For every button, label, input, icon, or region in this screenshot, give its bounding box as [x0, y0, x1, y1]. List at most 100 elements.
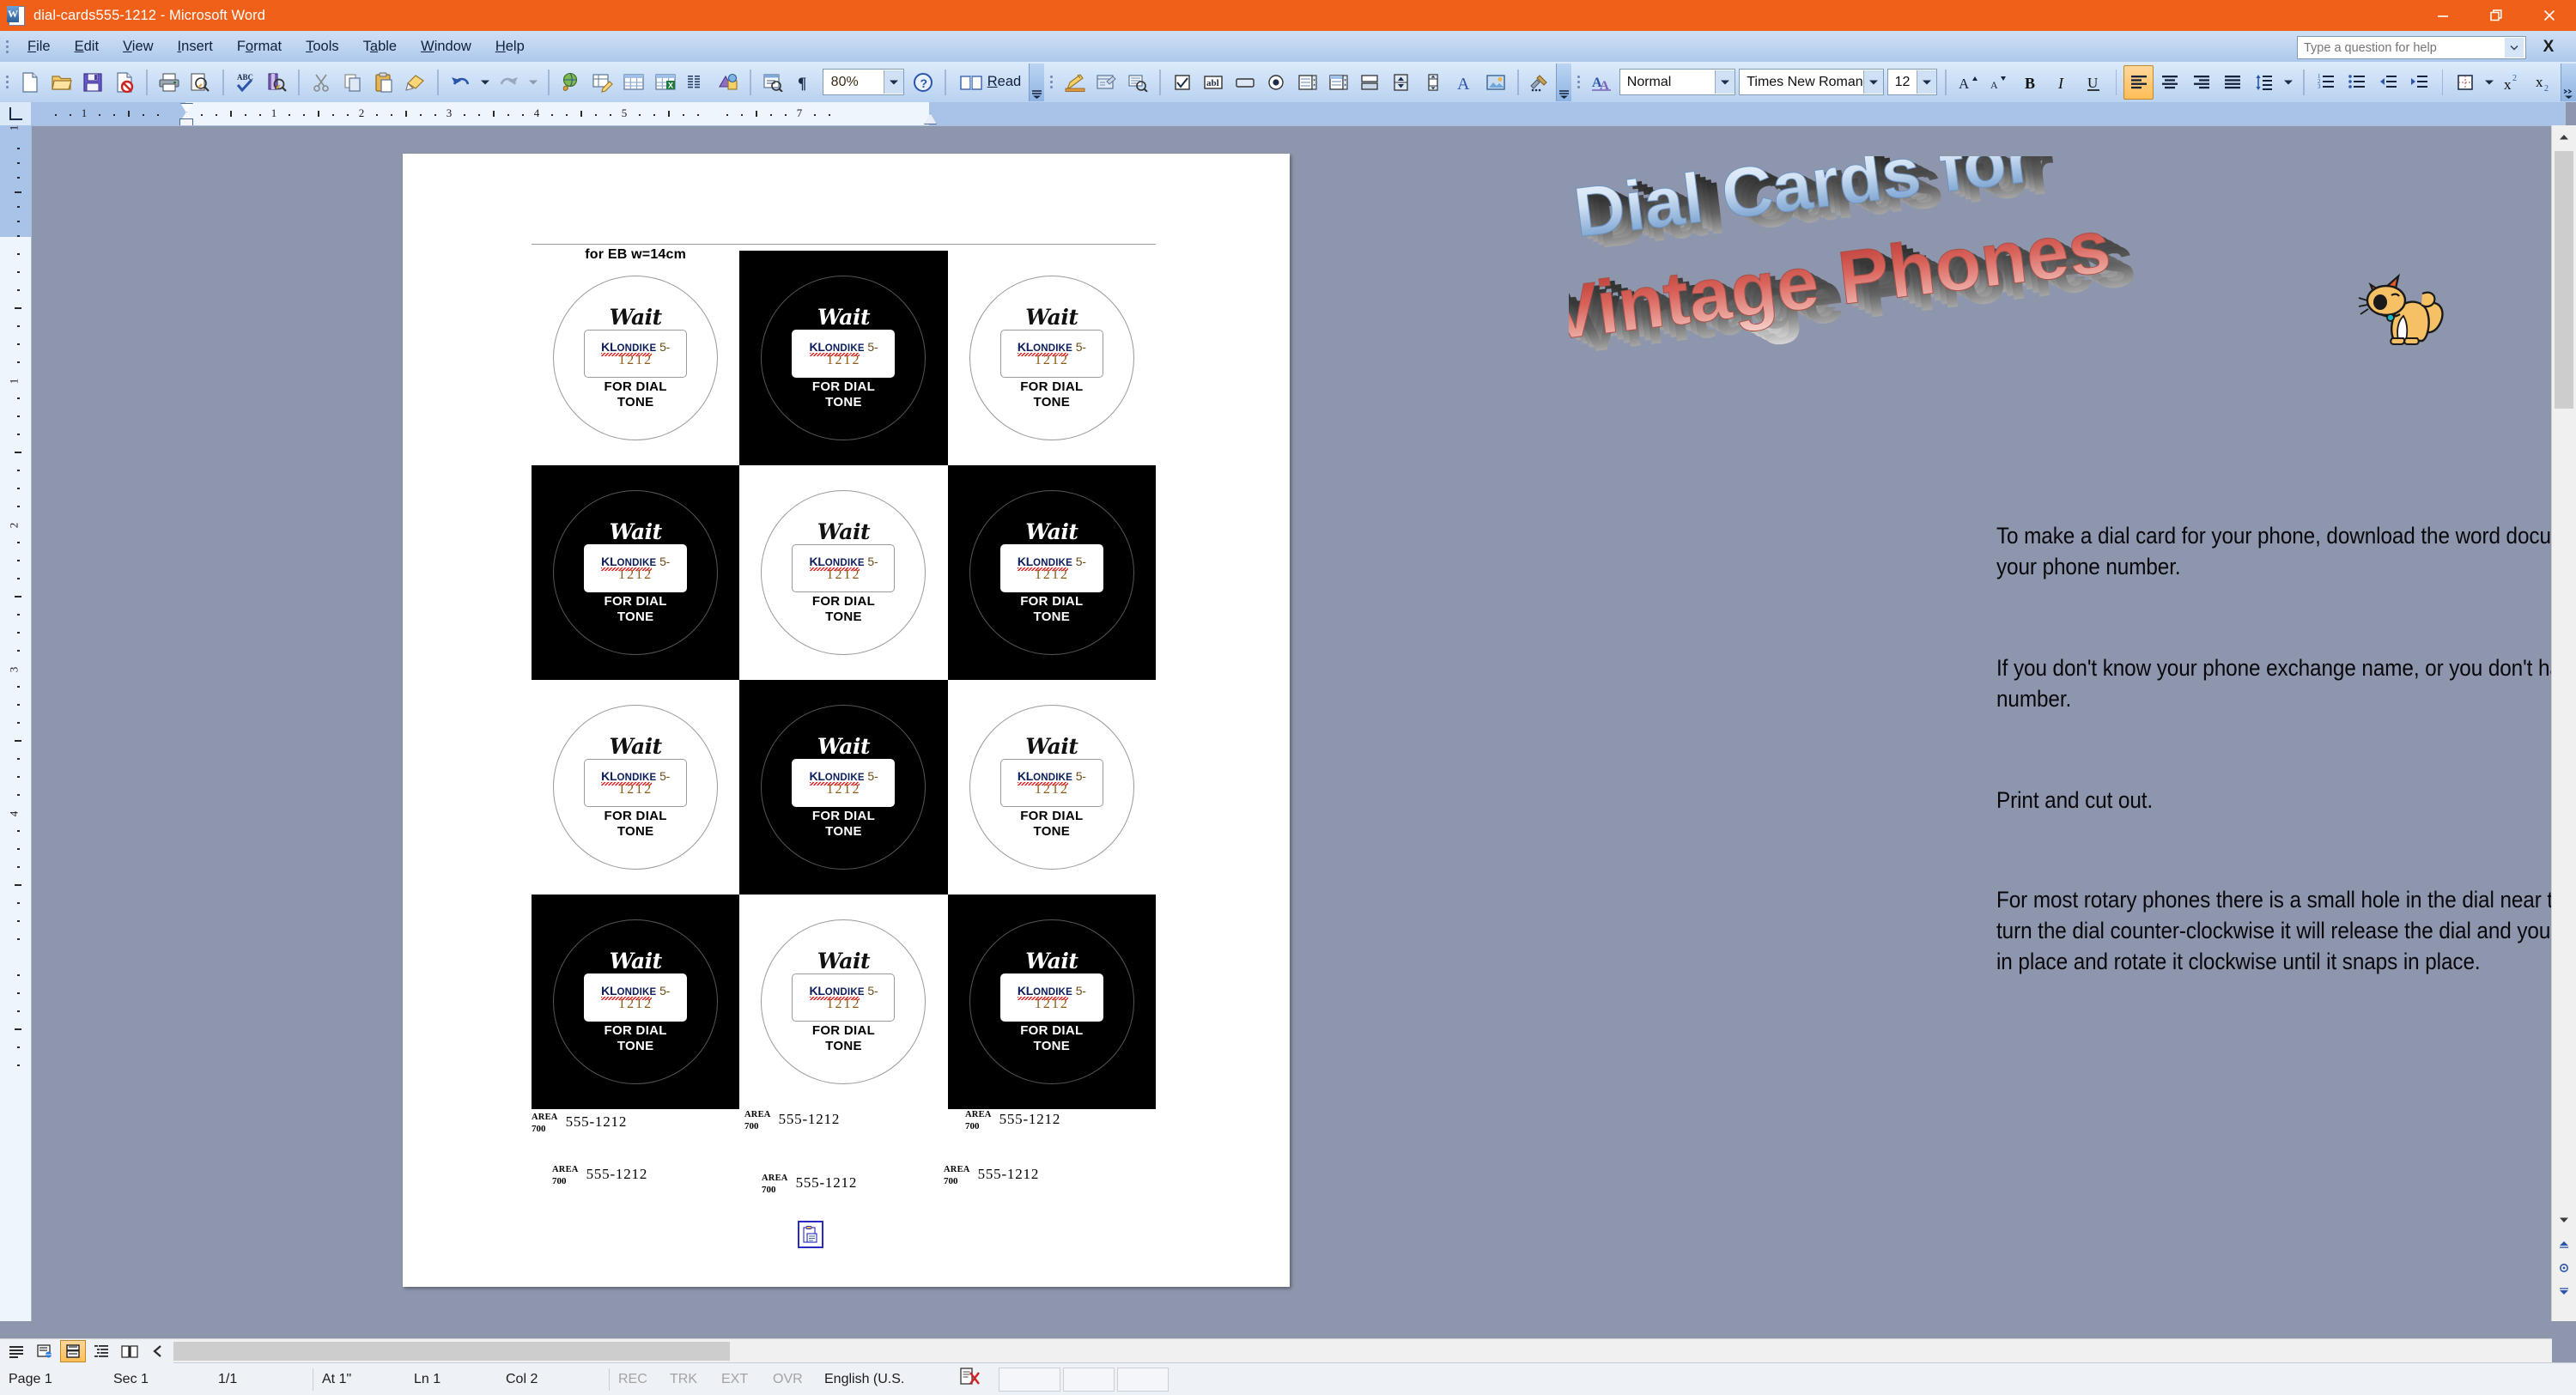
undo-dropdown-icon[interactable]	[477, 65, 492, 100]
formatting-toolbar-grip[interactable]	[1575, 71, 1582, 94]
style-dropdown-icon[interactable]	[1715, 70, 1735, 94]
view-code-icon[interactable]	[1122, 65, 1151, 100]
dial-card-cell[interactable]: Wait KLONDIKE 5- 1212 FOR DIAL TONE	[947, 680, 1156, 895]
print-icon[interactable]	[155, 65, 184, 100]
card-number-box[interactable]: KLONDIKE 5- 1212	[999, 973, 1103, 1022]
card-number-box[interactable]: KLONDIKE 5- 1212	[792, 330, 896, 379]
area-code-line[interactable]: AREA 700 555-1212	[762, 1174, 857, 1195]
increase-indent-icon[interactable]	[2405, 65, 2434, 100]
cut-scissors-icon[interactable]	[307, 65, 336, 100]
menu-help[interactable]: Help	[484, 35, 536, 58]
spin-button-icon[interactable]	[1387, 65, 1416, 100]
card-number-box[interactable]: KLONDIKE 5- 1212	[792, 759, 896, 808]
area-code-line[interactable]: AREA 700 555-1212	[744, 1110, 840, 1131]
document-map-icon[interactable]	[758, 65, 787, 100]
menu-format[interactable]: Format	[226, 35, 293, 58]
dial-card-cell[interactable]: for EB w=14cm Wait KLONDIKE 5- 1212 FOR DIAL…	[532, 247, 740, 465]
underline-icon[interactable]: U	[2079, 65, 2108, 100]
menu-insert[interactable]: Insert	[167, 35, 224, 58]
dial-card-cell[interactable]: Wait KLONDIKE 5- 1212 FOR DIAL TONE	[739, 465, 948, 680]
document-canvas[interactable]: for EB w=14cm Wait KLONDIKE 5- 1212 FOR DIAL…	[32, 126, 2576, 1321]
insert-excel-spreadsheet-icon[interactable]: X	[651, 65, 680, 100]
styles-and-formatting-icon[interactable]: AA	[1587, 65, 1616, 100]
vertical-scrollbar[interactable]	[2551, 125, 2576, 1321]
dial-card-cell[interactable]: Wait KLONDIKE 5- 1212 FOR DIAL TONE	[739, 895, 948, 1109]
area-code-line[interactable]: AREA 700 555-1212	[552, 1165, 647, 1186]
close-task-pane-button[interactable]: X	[2538, 38, 2559, 57]
standard-toolbar-overflow-button[interactable]	[1029, 63, 1045, 101]
help-dropdown-icon[interactable]	[2505, 38, 2524, 58]
menu-window[interactable]: Window	[410, 35, 483, 58]
subscript-icon[interactable]: x2	[2530, 65, 2560, 100]
vertical-ruler[interactable]: 1 1 2 3 4	[0, 125, 32, 1321]
area-code-line[interactable]: AREA 700 555-1212	[965, 1110, 1060, 1131]
research-icon[interactable]	[262, 65, 291, 100]
outline-view-icon[interactable]	[88, 1340, 114, 1362]
font-dropdown-icon[interactable]	[1862, 70, 1883, 94]
grow-font-icon[interactable]: A	[1953, 65, 1983, 100]
properties-icon[interactable]	[1091, 65, 1121, 100]
menu-bar-grip[interactable]	[3, 35, 11, 58]
minimize-button[interactable]	[2416, 0, 2470, 31]
justify-icon[interactable]	[2218, 65, 2247, 100]
control-toolbox-overflow-button[interactable]	[1556, 63, 1572, 101]
card-number-box[interactable]: KLONDIKE 5- 1212	[999, 759, 1103, 808]
help-question-input[interactable]	[2298, 37, 2505, 58]
dial-card-cell[interactable]: Wait KLONDIKE 5- 1212 FOR DIAL TONE	[532, 465, 740, 680]
align-left-icon[interactable]	[2123, 64, 2154, 100]
font-combobox[interactable]: Times New Roman	[1739, 69, 1884, 95]
design-mode-pencil-icon[interactable]	[1060, 65, 1089, 100]
menu-view[interactable]: View	[112, 35, 164, 58]
status-rec[interactable]: REC	[613, 1372, 665, 1387]
bulleted-list-icon[interactable]	[2342, 65, 2372, 100]
horizontal-ruler[interactable]: 1 1 2 3 4 5 7	[31, 102, 2566, 126]
spelling-and-grammar-status-icon[interactable]	[954, 1367, 987, 1392]
tab-stop-selector[interactable]	[0, 102, 31, 125]
spelling-check-icon[interactable]: ABC	[231, 65, 260, 100]
scroll-up-button[interactable]	[2552, 125, 2576, 149]
area-code-line[interactable]: AREA 700 555-1212	[532, 1113, 627, 1134]
dial-card-cell[interactable]: Wait KLONDIKE 5- 1212 FOR DIAL TONE	[947, 251, 1156, 465]
reading-layout-view-icon[interactable]	[117, 1340, 143, 1362]
permission-icon[interactable]	[110, 65, 139, 100]
normal-view-icon[interactable]	[3, 1340, 29, 1362]
status-ext[interactable]: EXT	[716, 1372, 768, 1387]
decrease-indent-icon[interactable]	[2374, 65, 2403, 100]
document-page[interactable]: for EB w=14cm Wait KLONDIKE 5- 1212 FOR DIAL…	[403, 154, 1290, 1287]
card-number-box[interactable]: KLONDIKE 5- 1212	[999, 544, 1103, 593]
line-spacing-icon[interactable]	[2249, 65, 2278, 100]
zoom-dropdown-icon[interactable]	[884, 70, 904, 94]
card-number-box[interactable]: KLONDIKE 5- 1212	[792, 544, 896, 593]
scroll-down-button[interactable]	[2552, 1208, 2576, 1232]
command-button-icon[interactable]	[1230, 65, 1260, 100]
print-preview-icon[interactable]	[185, 65, 215, 100]
tables-and-borders-icon[interactable]	[588, 65, 617, 100]
card-number-box[interactable]: KLONDIKE 5- 1212	[584, 759, 688, 808]
menu-tools[interactable]: Tools	[295, 35, 350, 58]
numbered-list-icon[interactable]: 123	[2312, 65, 2341, 100]
align-right-icon[interactable]	[2186, 65, 2215, 100]
menu-edit[interactable]: Edit	[64, 35, 110, 58]
read-button[interactable]: Read	[952, 65, 1029, 100]
more-controls-icon[interactable]	[1526, 65, 1555, 100]
superscript-icon[interactable]: x2	[2499, 65, 2528, 100]
show-formatting-marks-icon[interactable]: ¶	[789, 65, 818, 100]
borders-icon[interactable]	[2450, 65, 2479, 100]
open-folder-icon[interactable]	[47, 65, 76, 100]
dial-card-table[interactable]: for EB w=14cm Wait KLONDIKE 5- 1212 FOR DIAL…	[532, 244, 1156, 1111]
copy-icon[interactable]	[338, 65, 368, 100]
status-language[interactable]: English (U.S.	[819, 1372, 954, 1387]
scrollbar-control-icon[interactable]	[1418, 65, 1447, 100]
standard-toolbar-grip[interactable]	[3, 71, 10, 94]
menu-table[interactable]: Table	[352, 35, 408, 58]
format-painter-icon[interactable]	[401, 65, 430, 100]
dial-card-cell[interactable]: Wait KLONDIKE 5- 1212 FOR DIAL TONE	[739, 680, 948, 895]
horizontal-scrollbar[interactable]	[0, 1338, 2552, 1363]
label-control-icon[interactable]: A	[1449, 65, 1479, 100]
insert-hyperlink-icon[interactable]	[556, 65, 586, 100]
restore-button[interactable]	[2470, 0, 2523, 31]
italic-icon[interactable]: I	[2048, 65, 2077, 100]
dial-card-cell[interactable]: Wait KLONDIKE 5- 1212 FOR DIAL TONE	[532, 680, 740, 895]
paste-icon[interactable]	[369, 65, 398, 100]
style-combobox[interactable]: Normal	[1619, 69, 1736, 95]
